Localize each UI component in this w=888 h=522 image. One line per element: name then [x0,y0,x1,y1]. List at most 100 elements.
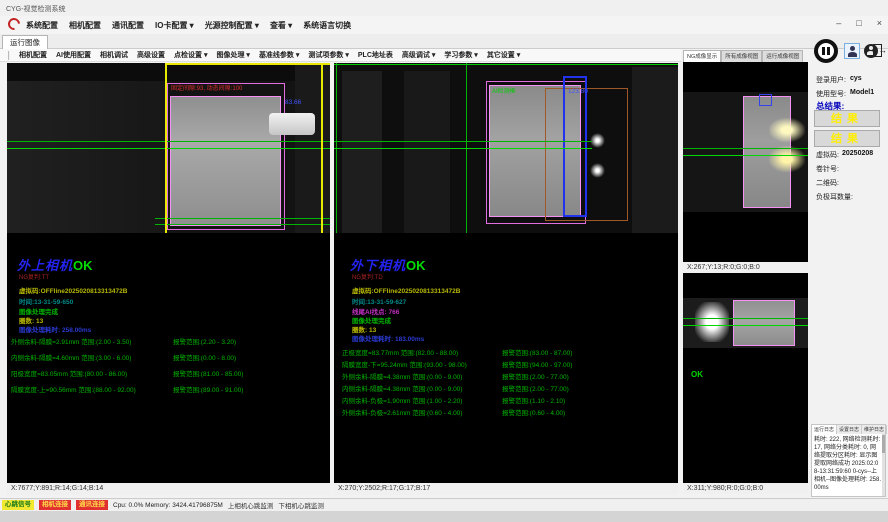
heartbeat-badge: 心跳信号 [2,500,34,510]
tab-all-view[interactable]: 所有成像视图 [721,50,762,62]
tab-run-view[interactable]: 运行成像视图 [762,50,803,62]
measurement-row: 外侧余料-负极=2.61mm 范围:(0.60 - 4.00) 报警范围:(0.… [342,407,676,417]
tab-count-label: 负极耳数量: [816,192,853,202]
machine-band [7,63,330,81]
measurement-text: 正极宽度=83.77mm 范围:(82.00 - 88.00) [342,350,458,357]
lower-heartbeat-monitor[interactable]: 下相机心跳监测 [278,500,324,510]
upper-heartbeat-monitor[interactable]: 上相机心跳监测 [228,500,274,510]
measurement-text: 隔膜宽度-下=95.24mm 范围:(93.00 - 98.00) [342,362,467,369]
tool-camera-config[interactable]: 相机配置 [19,50,47,60]
baseline-line [334,141,592,142]
yellow-guide-line [321,63,323,233]
tool-other-settings[interactable]: 其它设置 ▾ [487,50,520,60]
tab-ng-view[interactable]: NG成像显示 [683,50,721,62]
machine-column [632,67,678,233]
lower-camera-panel[interactable]: AI检测框 123.80 外下相机OK NG复判:TD 虚拟码:OFFline2… [334,63,678,483]
machine-column [342,71,382,233]
log-scrollbar-thumb[interactable] [882,435,885,453]
result-ok-text: OK [406,258,426,273]
time-line: 时间:13-31-59-650 [19,296,73,306]
yellow-guide-line [165,63,330,65]
upper-camera-coordinates: X:7677;Y:891;R:14;G:14;B:14 [7,483,330,495]
tool-baseline-params[interactable]: 基准线参数 ▾ [259,50,299,60]
ng-view-top-image [683,92,808,212]
pause-button[interactable] [814,39,838,63]
result-ok-text: OK [73,258,93,273]
upper-camera-panel[interactable]: 固定间隙:93, 动态间隙:100 83.66 外上相机OK NG复判:TT 虚… [7,63,330,483]
menu-comm-config[interactable]: 通讯配置 [112,20,144,31]
measurement-text: 外侧余料-隔膜=2.91mm 范围:(2.00 - 3.50) [11,339,131,346]
tool-test-params[interactable]: 测试项参数 ▾ [308,50,348,60]
measurement-alarm: 报警范围:(0.00 - 8.00) [173,352,236,362]
base-code-label: 虚拟码: [816,150,839,160]
measurement-alarm: 报警范围:(94.00 - 97.00) [502,359,572,369]
virtual-code-line: 虚拟码:OFFline2025020813313472B [19,285,127,295]
app-window: { "window": { "title": "CYG-视觉检测系统", "mi… [0,0,888,522]
user-button[interactable] [844,43,860,59]
minimize-button[interactable]: – [836,18,841,28]
tab-run-image[interactable]: 运行图像 [2,35,48,49]
toolbar: 相机配置 AI使用配置 相机调试 高级设置 点检设置 ▾ 图像处理 ▾ 基准线参… [0,49,681,62]
user-icon [848,52,857,57]
machine-column [404,71,450,233]
measurement-text: 内侧余料-负极=1.90mm 范围:(1.00 - 2.20) [342,398,462,405]
window-title: CYG-视觉检测系统 [6,4,66,14]
baseline-line [155,224,330,225]
menu-light-config[interactable]: 光源控制配置 ▾ [205,20,259,31]
elapsed-line: 图像处理耗时: 258.00ms [19,324,91,334]
menu-system-config[interactable]: 系统配置 [26,20,58,31]
tool-spot-check[interactable]: 点检设置 ▾ [174,50,207,60]
pin-number-label: 卷针号: [816,164,839,174]
ng-view-bottom-panel[interactable]: OK [683,273,808,483]
menu-camera-config[interactable]: 相机配置 [69,20,101,31]
glow-spot [695,302,729,342]
machine-body [7,81,167,233]
app-logo-icon [6,16,23,33]
tool-advanced-settings[interactable]: 高级设置 [137,50,165,60]
separator-film-block [733,300,795,346]
measurement-row: 隔膜宽度-上=90.56mm 范围:(88.00 - 92.00) 报警范围:(… [11,384,329,394]
measurement-alarm: 报警范围:(2.20 - 3.20) [173,336,236,346]
tool-advanced-debug[interactable]: 高级调试 ▾ [402,50,435,60]
baseline-line [7,141,330,142]
tool-image-processing[interactable]: 图像处理 ▾ [216,50,249,60]
glow-spot [769,146,805,172]
logout-icon: → [878,45,887,55]
log-tab-run[interactable]: 运行日志 [812,425,837,434]
measurement-row: 正极宽度=83.77mm 范围:(82.00 - 88.00) 报警范围:(83… [342,347,676,357]
elapsed-line: 图像处理耗时: 183.00ms [352,333,424,343]
menu-io-config[interactable]: IO卡配置 ▾ [155,20,194,31]
menu-view[interactable]: 查看 ▾ [270,20,292,31]
tool-ai-config[interactable]: AI使用配置 [56,50,91,60]
cpu-memory-text: Cpu: 0.0% Memory: 3424.41796875M [113,502,223,509]
close-button[interactable]: × [877,18,882,28]
tool-learn-params[interactable]: 学习参数 ▾ [444,50,477,60]
measurement-text: 阳极宽度=83.05mm 范围:(80.00 - 86.00) [11,371,127,378]
user-icon [850,46,855,51]
log-panel[interactable]: 运行日志 设置日志 维护日志 耗时: 222, 网络检测耗时: 17, 网络分类… [811,424,886,497]
tool-camera-debug[interactable]: 相机调试 [100,50,128,60]
base-code-value: 20250208 [842,150,873,157]
log-tab-settings[interactable]: 设置日志 [837,425,862,434]
measure-value-label: 83.66 [285,99,301,106]
menu-language-switch[interactable]: 系统语言切换 [303,20,351,31]
ng-note: NG复判:TD [352,272,383,281]
ng-view-top-coordinates: X:267;Y:13;R:0;G:0;B:0 [683,262,808,273]
model-value: Model1 [850,89,874,96]
measurement-row: 外侧余料-隔膜=4.38mm 范围:(0.00 - 9.00) 报警范围:(2.… [342,371,676,381]
baseline-line [683,155,808,156]
log-scrollbar[interactable] [882,433,885,496]
baseline-line [334,148,592,149]
camera-name: 外上相机 [17,258,73,273]
menu-bar: 系统配置 相机配置 通讯配置 IO卡配置 ▾ 光源控制配置 ▾ 查看 ▾ 系统语… [0,16,888,34]
roi-box-blue [759,94,772,106]
window-bottom-edge [0,511,888,522]
maximize-button[interactable]: □ [856,18,861,28]
measurement-alarm: 报警范围:(1.10 - 2.10) [502,395,565,405]
ng-view-top-panel[interactable] [683,62,808,262]
logout-button[interactable]: → [872,43,888,59]
measure-value-label: 123.80 [568,88,588,95]
baseline-line [155,218,330,219]
roller-part [269,113,315,135]
tool-plc-table[interactable]: PLC地址表 [358,50,393,60]
